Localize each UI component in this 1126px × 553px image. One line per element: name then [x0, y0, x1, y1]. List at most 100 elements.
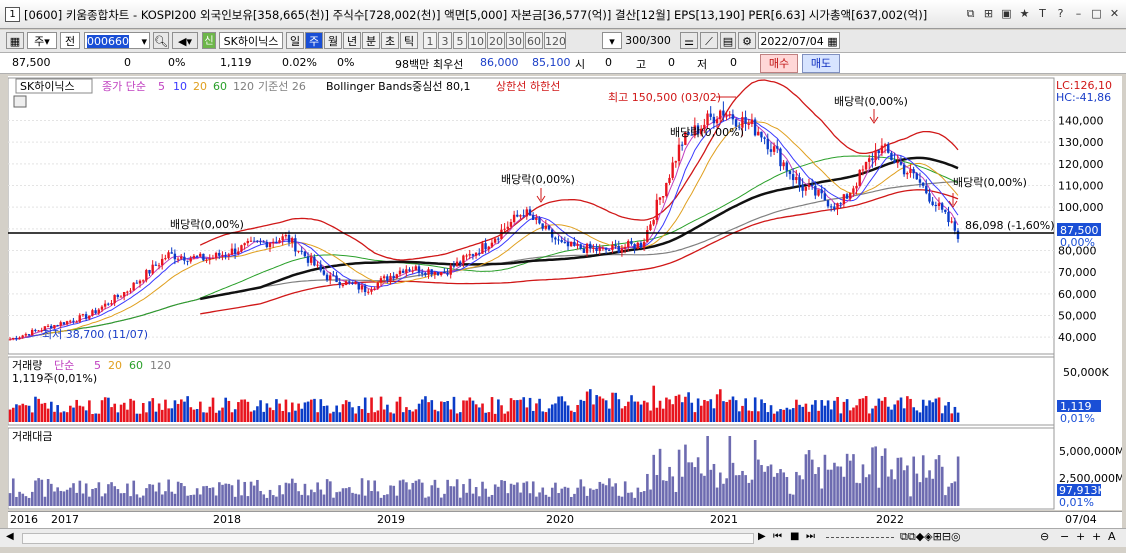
- candle-body: [94, 310, 97, 314]
- maximize-icon[interactable]: □: [1089, 6, 1104, 21]
- amount-bar: [297, 491, 300, 506]
- candle-body: [113, 294, 116, 304]
- draw-tool-icon[interactable]: ⟋: [700, 32, 718, 49]
- zoom-in-icon[interactable]: +: [1092, 530, 1101, 543]
- help-icon[interactable]: ?: [1053, 6, 1068, 21]
- zoom-minus-icon[interactable]: −: [1060, 530, 1069, 543]
- volume-bar: [699, 405, 703, 422]
- tab-0[interactable]: 일: [286, 32, 304, 49]
- volume-bar: [265, 403, 269, 422]
- amount-bar: [706, 436, 709, 506]
- amount-bar: [817, 467, 820, 506]
- scroll-track[interactable]: [22, 533, 754, 544]
- candle-body: [455, 261, 459, 267]
- period-btn-60[interactable]: 60: [525, 32, 543, 49]
- scroll-left-icon[interactable]: ◀: [6, 531, 14, 542]
- volume-bar: [665, 397, 668, 422]
- date-input[interactable]: 2022/07/04 ▦: [758, 32, 840, 49]
- candle-body: [627, 241, 630, 248]
- tab-5[interactable]: 초: [381, 32, 399, 49]
- sound-icon[interactable]: ◀▾: [172, 32, 198, 49]
- zoom-out-icon[interactable]: ⊖: [1040, 530, 1049, 543]
- amount-bar: [855, 482, 858, 506]
- bid-value: 85,100: [532, 56, 571, 69]
- volume-bar: [452, 396, 456, 422]
- volume-bar: [611, 392, 614, 422]
- stop-icon[interactable]: ■: [790, 531, 799, 542]
- candle-body: [772, 146, 776, 152]
- scroll-bar[interactable]: ◀ ▶ ⏮ ■ ⏭ ⧉⧉◆◈⊞⊟◎ ⊖ − + + A: [0, 528, 1126, 547]
- zoom-slider[interactable]: [826, 537, 894, 539]
- minimize-icon[interactable]: –: [1071, 6, 1086, 21]
- chart-area[interactable]: 140,000130,000120,000110,000100,00090,00…: [8, 76, 1122, 510]
- period-dropdown[interactable]: ▾: [602, 32, 622, 49]
- save-icon[interactable]: ▤: [720, 32, 736, 49]
- scroll-right-icon[interactable]: ▶: [758, 531, 766, 542]
- zoom-plus-icon[interactable]: +: [1076, 530, 1085, 543]
- bar-count[interactable]: 300/300: [624, 32, 672, 49]
- period-select[interactable]: 주▾: [27, 32, 57, 49]
- volume-bar: [750, 411, 754, 422]
- volume-bar: [576, 405, 579, 422]
- stock-code-input[interactable]: 000660 ▾: [84, 32, 150, 49]
- last-page-icon[interactable]: ⏭: [806, 531, 815, 542]
- volume-bar: [592, 404, 595, 422]
- pin-icon[interactable]: ⊞: [981, 6, 996, 21]
- candle-body: [351, 282, 354, 284]
- volume-bar: [348, 401, 351, 422]
- tab-6[interactable]: 틱: [400, 32, 418, 49]
- amount-bar: [493, 484, 497, 506]
- grid-menu-icon[interactable]: ▦: [6, 32, 24, 49]
- amount-bar: [776, 473, 779, 506]
- high-label: 고: [636, 58, 647, 71]
- buy-button[interactable]: 매수: [760, 54, 798, 73]
- x-label-2018: 2018: [213, 513, 241, 526]
- amount-bar: [849, 460, 852, 506]
- zoom-tools-icon[interactable]: ⧉⧉◆◈⊞⊟◎: [900, 530, 961, 544]
- first-page-icon[interactable]: ⏮: [773, 531, 782, 542]
- volume-bar: [569, 410, 573, 422]
- tab-4[interactable]: 분: [362, 32, 380, 49]
- volume-bar: [547, 408, 551, 422]
- volume-bar: [902, 408, 906, 422]
- star-icon[interactable]: ★: [1017, 6, 1032, 21]
- font-icon[interactable]: T: [1035, 6, 1050, 21]
- volume-bar: [116, 412, 120, 422]
- period-btn-10[interactable]: 10: [468, 32, 486, 49]
- link-icon[interactable]: ⧉: [963, 6, 978, 21]
- period-btn-30[interactable]: 30: [506, 32, 524, 49]
- candle-body: [639, 242, 643, 248]
- table-toggle-icon[interactable]: [13, 95, 27, 108]
- volume-bar: [94, 413, 98, 422]
- close-icon[interactable]: ✕: [1107, 6, 1122, 21]
- amount-bar: [573, 493, 576, 506]
- search-icon[interactable]: 🔍︎: [153, 32, 169, 49]
- amount-bar: [376, 491, 380, 506]
- amount-bar: [585, 495, 589, 506]
- candle-body: [214, 252, 218, 258]
- gear-icon[interactable]: ⚙: [738, 32, 756, 49]
- amount-bar: [769, 464, 773, 506]
- volume-bar: [880, 400, 884, 422]
- font-size-icon[interactable]: A: [1108, 530, 1116, 543]
- period-btn-1[interactable]: 1: [423, 32, 437, 49]
- candle-body: [845, 194, 849, 199]
- chart-svg[interactable]: 140,000130,000120,000110,000100,00090,00…: [8, 76, 1122, 510]
- volume-bar: [893, 404, 896, 422]
- volume-bar: [135, 413, 139, 422]
- period-btn-3[interactable]: 3: [438, 32, 452, 49]
- prev-button[interactable]: 전: [60, 32, 80, 49]
- tab-2[interactable]: 월: [324, 32, 342, 49]
- tab-1[interactable]: 주: [305, 32, 323, 49]
- period-btn-5[interactable]: 5: [453, 32, 467, 49]
- volume-bar: [24, 405, 28, 422]
- period-btn-20[interactable]: 20: [487, 32, 505, 49]
- candle-body: [928, 193, 931, 202]
- amount-bar: [798, 475, 801, 506]
- amount-bar: [883, 448, 887, 506]
- candle-type-icon[interactable]: ⚌: [680, 32, 698, 49]
- tab-3[interactable]: 년: [343, 32, 361, 49]
- sell-button[interactable]: 매도: [802, 54, 840, 73]
- period-btn-120[interactable]: 120: [544, 32, 566, 49]
- bookmark-icon[interactable]: ▣: [999, 6, 1014, 21]
